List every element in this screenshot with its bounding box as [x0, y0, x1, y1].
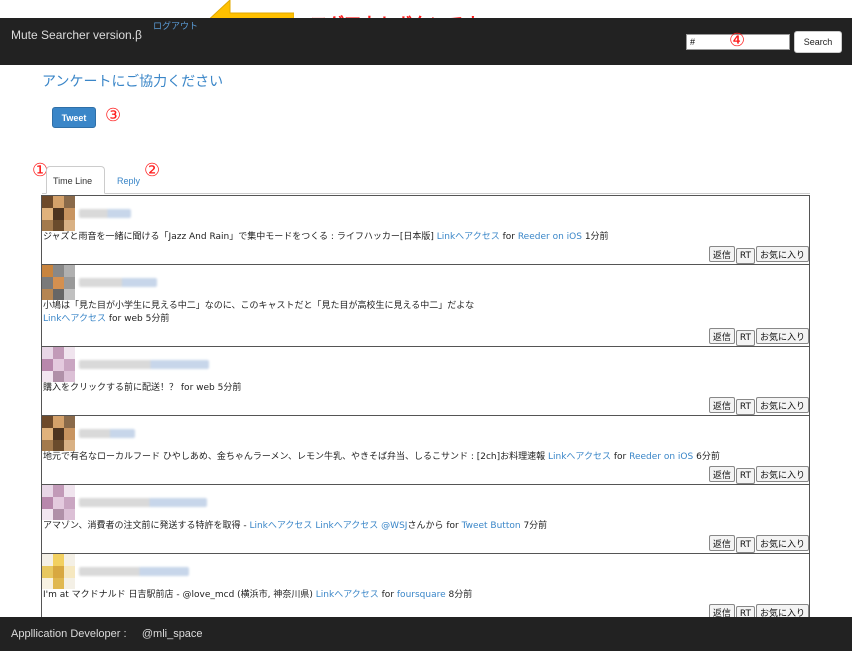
user-name-blurred[interactable] — [79, 278, 157, 287]
retweet-button[interactable]: RT — [735, 606, 755, 617]
reply-button[interactable]: 返信 — [708, 466, 735, 482]
tweet-time: 7分前 — [523, 521, 548, 531]
footer-developer-handle: @mli_space — [141, 628, 203, 640]
reply-button[interactable]: 返信 — [708, 328, 735, 344]
tweet-link[interactable]: Linkへアクセス — [316, 590, 379, 600]
tweet-time: 8分前 — [448, 590, 473, 600]
tweet-item: 購入をクリックする前に配送！？ for web 5分前 返信 RT お気に入り — [41, 346, 810, 415]
user-avatar[interactable] — [42, 347, 75, 382]
user-name-blurred[interactable] — [79, 360, 209, 369]
tweet-source-link[interactable]: Reeder on iOS — [518, 232, 582, 242]
tweet-link-2[interactable]: Linkへアクセス — [315, 521, 378, 531]
reply-button[interactable]: 返信 — [708, 397, 735, 413]
reply-button[interactable]: 返信 — [708, 604, 735, 617]
user-name-blurred[interactable] — [79, 209, 131, 218]
user-avatar[interactable] — [42, 265, 75, 300]
favorite-button[interactable]: お気に入り — [755, 535, 809, 551]
user-name-blurred[interactable] — [79, 567, 189, 576]
tweet-text: ジャズと雨音を一緒に聞ける「Jazz And Rain」で集中モードをつくる :… — [43, 232, 609, 242]
tweet-text: アマゾン、消費者の注文前に発送する特許を取得 - Linkへアクセス Linkへ… — [43, 521, 548, 531]
favorite-button[interactable]: お気に入り — [755, 328, 809, 344]
tweet-source-link[interactable]: Tweet Button — [462, 521, 521, 531]
tweet-time: 5分前 — [217, 383, 242, 393]
reply-button[interactable]: 返信 — [708, 535, 735, 551]
tweet-item: 地元で有名なローカルフード ひやしあめ、金ちゃんラーメン、レモン牛乳、やきそば弁… — [41, 415, 810, 484]
search-button[interactable]: Search — [794, 31, 842, 53]
user-avatar[interactable] — [42, 416, 75, 451]
tweet-text: 小鳩は「見た目が小学生に見える中二」なのに、このキャストだと「見た目が高校生に見… — [43, 301, 475, 324]
tweet-link[interactable]: Linkへアクセス — [249, 521, 312, 531]
tweet-text: 購入をクリックする前に配送！？ for web 5分前 — [43, 383, 242, 393]
tweet-mention-link[interactable]: @WSJ — [381, 521, 407, 531]
reply-button[interactable]: 返信 — [708, 246, 735, 262]
tweet-source-link[interactable]: Reeder on iOS — [629, 452, 693, 462]
tab-timeline[interactable]: Time Line — [46, 166, 105, 194]
top-navbar: Mute Searcher version.β ログアウト Search — [0, 18, 852, 65]
footer-developer-label: Appllication Developer : @mli_space — [11, 628, 203, 640]
tweet-time: 1分前 — [584, 232, 609, 242]
annotation-number-2: ② — [144, 160, 161, 181]
retweet-button[interactable]: RT — [735, 330, 755, 346]
user-name-blurred[interactable] — [79, 429, 135, 438]
favorite-button[interactable]: お気に入り — [755, 466, 809, 482]
retweet-button[interactable]: RT — [735, 468, 755, 484]
retweet-button[interactable]: RT — [735, 248, 755, 264]
tweet-button[interactable]: Tweet — [52, 107, 96, 128]
tab-bar-border — [42, 193, 810, 194]
app-brand: Mute Searcher version.β — [11, 28, 142, 42]
tweet-source-link[interactable]: foursquare — [397, 590, 446, 600]
tweet-time: 6分前 — [696, 452, 720, 462]
favorite-button[interactable]: お気に入り — [755, 397, 809, 413]
tweet-item: アマゾン、消費者の注文前に発送する特許を取得 - Linkへアクセス Linkへ… — [41, 484, 810, 553]
annotation-number-3: ③ — [105, 105, 122, 126]
annotation-number-4: ④ — [729, 30, 746, 51]
user-avatar[interactable] — [42, 554, 75, 589]
user-avatar[interactable] — [42, 485, 75, 520]
tweet-text: 地元で有名なローカルフード ひやしあめ、金ちゃんラーメン、レモン牛乳、やきそば弁… — [43, 452, 720, 462]
favorite-button[interactable]: お気に入り — [755, 604, 809, 617]
user-name-blurred[interactable] — [79, 498, 207, 507]
timeline-feed: ジャズと雨音を一緒に聞ける「Jazz And Rain」で集中モードをつくる :… — [41, 195, 810, 617]
retweet-button[interactable]: RT — [735, 399, 755, 415]
logout-link[interactable]: ログアウト — [153, 19, 198, 32]
tweet-link[interactable]: Linkへアクセス — [548, 452, 611, 462]
tweet-item: 小鳩は「見た目が小学生に見える中二」なのに、このキャストだと「見た目が高校生に見… — [41, 264, 810, 346]
favorite-button[interactable]: お気に入り — [755, 246, 809, 262]
tweet-item: I'm at マクドナルド 日吉駅前店 - @love_mcd (横浜市, 神奈… — [41, 553, 810, 617]
tweet-link[interactable]: Linkへアクセス — [437, 232, 500, 242]
retweet-button[interactable]: RT — [735, 537, 755, 553]
tweet-item: ジャズと雨音を一緒に聞ける「Jazz And Rain」で集中モードをつくる :… — [41, 195, 810, 264]
footer-bar: Appllication Developer : @mli_space — [0, 617, 852, 651]
tab-reply[interactable]: Reply — [117, 176, 140, 186]
tweet-link[interactable]: Linkへアクセス — [43, 314, 106, 324]
tweet-text: I'm at マクドナルド 日吉駅前店 - @love_mcd (横浜市, 神奈… — [43, 590, 473, 600]
survey-title: アンケートにご協力ください — [42, 74, 224, 90]
user-avatar[interactable] — [42, 196, 75, 231]
tweet-time: 5分前 — [145, 314, 170, 324]
